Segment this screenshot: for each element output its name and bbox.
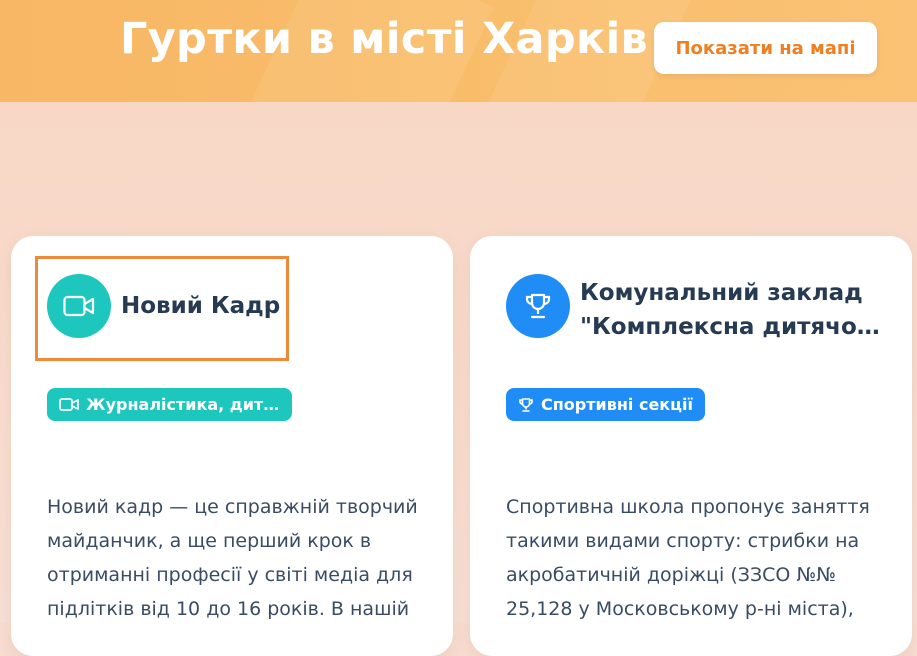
category-tag-label: Спортивні секції <box>541 395 693 414</box>
card-title[interactable]: Новий Кадр <box>121 289 280 323</box>
card-title[interactable]: Комунальний заклад "Комплексна дитячо-..… <box>580 276 880 344</box>
card-title-line: Комунальний заклад <box>580 280 863 306</box>
card-description: Новий кадр — це справжній творчий майдан… <box>47 496 418 620</box>
category-tag[interactable]: Журналістика, дитя... <box>47 388 292 421</box>
card-title-line: "Комплексна дитячо-... <box>580 314 880 340</box>
video-camera-icon <box>47 274 111 338</box>
card-description: Спортивна школа пропонує заняття такими … <box>506 496 870 620</box>
show-on-map-button[interactable]: Показати на мапі <box>654 22 877 74</box>
trophy-icon <box>506 274 570 338</box>
club-card[interactable]: Новий Кадр Журналістика, дитя... Новий к… <box>11 236 453 656</box>
page-header: Гуртки в місті Харків Показати на мапі <box>0 0 917 102</box>
video-camera-icon <box>59 397 79 412</box>
page-title: Гуртки в місті Харків <box>120 14 648 64</box>
category-tag[interactable]: Спортивні секції <box>506 388 705 421</box>
club-card[interactable]: Комунальний заклад "Комплексна дитячо-..… <box>470 236 912 656</box>
category-tag-label: Журналістика, дитя... <box>86 395 280 414</box>
trophy-icon <box>518 397 534 413</box>
